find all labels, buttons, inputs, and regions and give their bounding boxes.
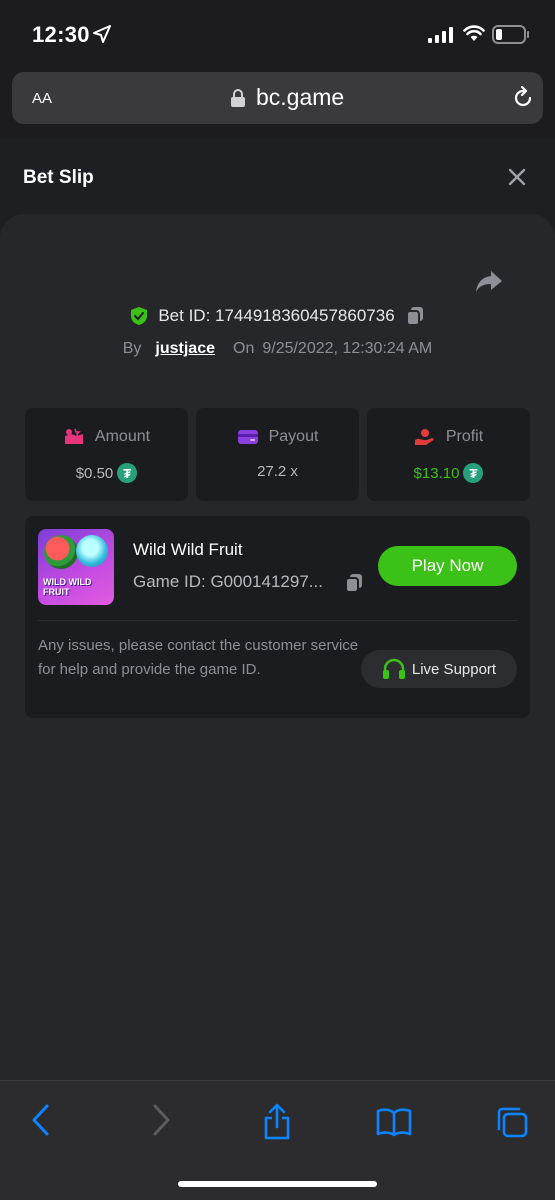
amount-value: $0.50	[75, 464, 114, 482]
divider	[38, 620, 517, 621]
address-bar[interactable]: AA bc.game	[12, 72, 543, 124]
live-support-label: Live Support	[411, 660, 497, 678]
bet-slip-card: Bet ID: 1744918360457860736 By justjace …	[0, 214, 555, 1080]
bet-id-label: Bet ID: 1744918360457860736	[158, 306, 395, 325]
game-thumbnail[interactable]: WILD WILD FRUIT	[38, 529, 114, 605]
game-id: Game ID: G000141297...	[133, 572, 323, 591]
forward-icon[interactable]	[150, 1103, 172, 1137]
wallet-icon	[237, 430, 258, 444]
lock-icon	[231, 89, 245, 107]
amount-label: Amount	[94, 428, 151, 445]
headset-icon	[382, 658, 405, 679]
copy-icon[interactable]	[344, 573, 364, 593]
close-icon[interactable]	[507, 167, 527, 187]
location-arrow-icon	[93, 25, 111, 43]
bettor-row: By justjace On 9/25/2022, 12:30:24 AM	[0, 340, 555, 358]
payout-value: 27.2 x	[257, 463, 298, 480]
bookmarks-icon[interactable]	[376, 1107, 412, 1137]
bet-datetime: 9/25/2022, 12:30:24 AM	[262, 340, 433, 357]
stat-amount: Amount $0.50 ₮	[25, 408, 188, 501]
home-indicator	[178, 1181, 377, 1187]
status-bar: 12:30	[0, 0, 555, 70]
back-icon[interactable]	[30, 1103, 52, 1137]
text-size-button[interactable]: AA	[32, 86, 52, 109]
tether-icon: ₮	[117, 463, 138, 483]
status-time: 12:30	[32, 22, 90, 47]
watermelon-icon	[44, 535, 78, 569]
support-info-text: Any issues, please contact the customer …	[38, 637, 359, 678]
game-box: WILD WILD FRUIT Wild Wild Fruit Game ID:…	[25, 516, 530, 718]
copy-icon[interactable]	[405, 306, 425, 326]
payout-label: Payout	[268, 428, 319, 445]
live-support-button[interactable]: Live Support	[361, 650, 517, 688]
play-now-button[interactable]: Play Now	[378, 546, 517, 586]
by-label: By	[122, 340, 142, 357]
thumbnail-text: WILD WILD FRUIT	[43, 577, 92, 597]
stat-profit: Profit $13.10 ₮	[367, 408, 530, 501]
profit-value: $13.10	[413, 464, 460, 482]
tabs-icon[interactable]	[495, 1105, 529, 1139]
wifi-icon	[463, 25, 485, 41]
page-title: Bet Slip	[23, 167, 94, 188]
amount-icon	[64, 428, 83, 444]
username-link[interactable]: justjace	[155, 340, 215, 358]
share-icon[interactable]	[475, 269, 503, 293]
cellular-signal-icon	[428, 27, 453, 43]
reload-icon[interactable]	[511, 86, 535, 110]
tether-icon: ₮	[463, 463, 484, 483]
shield-check-icon	[131, 307, 148, 325]
profit-label: Profit	[445, 428, 484, 445]
url-text[interactable]: bc.game	[256, 84, 344, 111]
battery-icon	[492, 25, 529, 44]
stat-payout: Payout 27.2 x	[196, 408, 359, 501]
bet-id-row: Bet ID: 1744918360457860736	[0, 306, 555, 326]
profit-icon	[414, 429, 434, 445]
game-name: Wild Wild Fruit	[133, 540, 243, 559]
bet-slip-page: Bet Slip Bet ID: 1744918360457860736 By …	[0, 138, 555, 1080]
share-icon[interactable]	[262, 1103, 292, 1141]
on-label: On	[233, 340, 255, 357]
gem-icon	[76, 535, 108, 567]
text-size-label: AA	[32, 90, 53, 107]
